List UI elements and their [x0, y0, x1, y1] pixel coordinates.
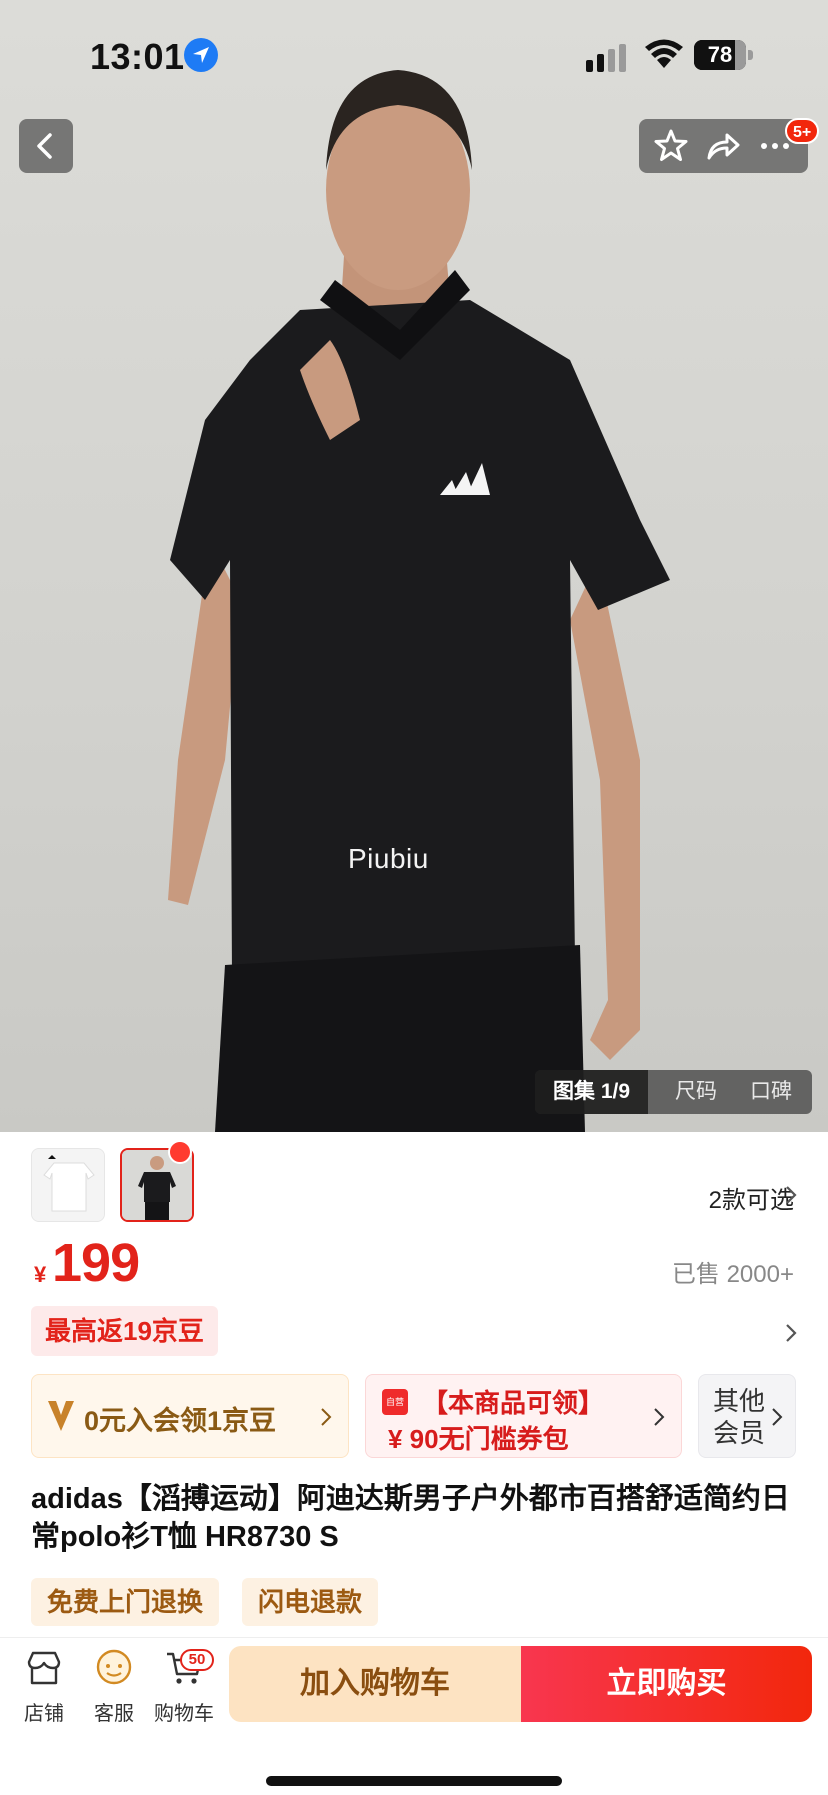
store-button[interactable]: 店铺 — [8, 1648, 80, 1726]
price-currency: ¥ — [34, 1262, 47, 1287]
gallery-tabs: 图集 1/9 尺码 口碑 — [535, 1070, 812, 1114]
chevron-right-icon — [321, 1408, 332, 1426]
other-members-promo[interactable]: 其他会员 — [698, 1374, 796, 1458]
clock: 13:01 — [90, 36, 185, 77]
other-members-text: 其他会员 — [713, 1386, 766, 1448]
fire-icon — [168, 1140, 192, 1164]
store-icon — [27, 1651, 61, 1685]
service-label: 客服 — [94, 1703, 134, 1725]
vip-icon — [48, 1401, 74, 1431]
back-button[interactable] — [19, 119, 73, 173]
message-badge: 5+ — [785, 118, 820, 144]
cellular-signal-icon — [586, 44, 626, 72]
buy-now-button[interactable]: 立即购买 — [521, 1646, 812, 1722]
tab-gallery[interactable]: 图集 1/9 — [535, 1070, 649, 1114]
chevron-right-icon — [786, 1186, 797, 1204]
tab-size[interactable]: 尺码 — [675, 1070, 717, 1114]
join-member-promo[interactable]: 0元入会领1京豆 — [31, 1374, 349, 1458]
top-actions — [639, 119, 808, 173]
chevron-right-icon — [654, 1408, 665, 1426]
coupon-promo[interactable]: 自营 【本商品可领】 ¥ 90无门槛券包 — [365, 1374, 682, 1458]
coupon-icon: 自营 — [382, 1389, 408, 1415]
product-image[interactable]: 13:01 78 5+ Piubiu 图集 1/9 尺码 口碑 — [0, 0, 828, 1132]
battery-icon: 78 — [694, 40, 754, 70]
variant-thumb-white[interactable] — [31, 1148, 105, 1222]
cart-label: 购物车 — [154, 1703, 214, 1725]
star-icon[interactable] — [653, 128, 689, 164]
chevron-right-icon — [772, 1408, 783, 1426]
service-button[interactable]: 客服 — [78, 1648, 150, 1726]
cart-count-badge: 50 — [180, 1649, 214, 1671]
battery-percent: 78 — [707, 42, 733, 67]
chevron-right-icon[interactable] — [784, 1322, 798, 1344]
cashback-badge[interactable]: 最高返19京豆 — [31, 1306, 218, 1356]
wifi-icon — [645, 39, 683, 68]
service-tag-fast-refund[interactable]: 闪电退款 — [242, 1578, 379, 1626]
store-label: 店铺 — [24, 1703, 64, 1725]
bottom-action-bar: 店铺 客服 购物车 50 加入购物车 立即购买 — [0, 1637, 828, 1795]
chevron-left-icon — [37, 133, 52, 159]
add-to-cart-button[interactable]: 加入购物车 — [229, 1646, 521, 1722]
white-polo-thumbnail — [32, 1149, 104, 1221]
sold-count: 已售 2000+ — [671, 1261, 794, 1288]
status-bar: 13:01 78 — [0, 0, 828, 110]
coupon-title: 【本商品可领】 — [422, 1388, 605, 1418]
share-icon[interactable] — [705, 128, 741, 164]
product-title: adidas【滔搏运动】阿迪达斯男子户外都市百搭舒适简约日常polo衫T恤 HR… — [31, 1483, 790, 1553]
service-tag-free-return[interactable]: 免费上门退换 — [31, 1578, 220, 1626]
join-member-text: 0元入会领1京豆 — [84, 1406, 277, 1436]
location-arrow-icon — [184, 38, 218, 72]
battery-cap — [748, 50, 753, 60]
coupon-value: ¥ 90无门槛券包 — [388, 1424, 569, 1454]
price-amount: 199 — [52, 1233, 140, 1293]
battery-body: 78 — [694, 40, 746, 70]
variant-count[interactable]: 2款可选 — [709, 1180, 794, 1215]
tab-reviews[interactable]: 口碑 — [750, 1070, 792, 1114]
customer-service-icon — [96, 1649, 132, 1685]
watermark-text: Piubiu — [348, 843, 429, 874]
product-info: 2款可选 ¥ 199 已售 2000+ 最高返19京豆 0元入会领1京豆 自营 … — [0, 1132, 828, 1637]
home-indicator — [266, 1776, 562, 1786]
